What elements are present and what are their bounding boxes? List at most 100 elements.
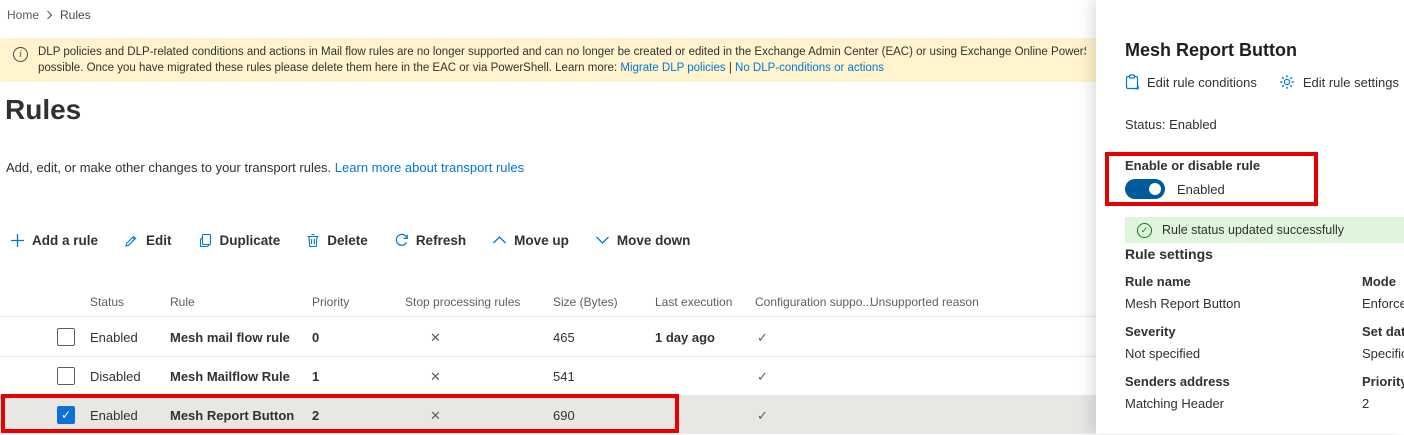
header-priority: Priority: [312, 288, 349, 317]
field-set-date: Set date Specific: [1362, 324, 1404, 361]
gear-icon: [1279, 74, 1295, 90]
rules-table-header: Status Rule Priority Stop processing rul…: [0, 288, 1096, 317]
panel-actions: Edit rule conditions Edit rule settings: [1125, 74, 1399, 90]
breadcrumb-home[interactable]: Home: [7, 8, 39, 22]
page-description-text: Add, edit, or make other changes to your…: [6, 160, 335, 175]
cell-last-execution: 1 day ago: [655, 318, 715, 357]
edit-label: Edit: [146, 233, 172, 248]
plus-icon: [10, 233, 25, 248]
edit-rule-settings-button[interactable]: Edit rule settings: [1279, 74, 1399, 90]
move-down-button[interactable]: Move down: [595, 233, 691, 248]
breadcrumb-current: Rules: [60, 8, 91, 22]
migrate-dlp-policies-link[interactable]: Migrate DLP policies: [620, 62, 725, 74]
dlp-warning-banner: i DLP policies and DLP-related condition…: [0, 38, 1096, 82]
field-priority: Priority 2: [1362, 374, 1404, 411]
cell-rule-name[interactable]: Mesh Mailflow Rule: [170, 357, 290, 396]
no-dlp-conditions-link[interactable]: No DLP-conditions or actions: [735, 62, 884, 74]
cell-size: 541: [553, 357, 575, 396]
panel-status-line: Status: Enabled: [1125, 117, 1217, 132]
delete-button[interactable]: Delete: [306, 233, 368, 248]
duplicate-button[interactable]: Duplicate: [198, 233, 281, 248]
field-mode: Mode Enforce: [1362, 274, 1404, 311]
trash-icon: [306, 233, 320, 248]
cell-status: Enabled: [90, 318, 138, 357]
edit-rule-settings-label: Edit rule settings: [1303, 75, 1399, 90]
toggle-row: Enabled: [1125, 179, 1225, 199]
check-icon: ✓: [757, 396, 768, 435]
x-icon: ✕: [430, 396, 441, 435]
delete-label: Delete: [327, 233, 368, 248]
duplicate-label: Duplicate: [220, 233, 281, 248]
success-check-icon: ✓: [1137, 223, 1152, 238]
info-icon: i: [13, 47, 28, 62]
cell-priority: 1: [312, 357, 319, 396]
x-icon: ✕: [430, 357, 441, 396]
chevron-down-icon: [595, 235, 610, 245]
link-separator: |: [729, 62, 732, 74]
row-checkbox[interactable]: [57, 328, 75, 346]
move-up-button[interactable]: Move up: [492, 233, 569, 248]
field-senders-address: Senders address Matching Header: [1125, 374, 1362, 411]
add-rule-label: Add a rule: [32, 233, 98, 248]
cell-size: 690: [553, 396, 575, 435]
row-checkbox-checked[interactable]: ✓: [57, 406, 75, 424]
row-checkbox[interactable]: [57, 367, 75, 385]
toggle-state-label: Enabled: [1177, 182, 1225, 197]
field-value: Specific: [1362, 346, 1404, 361]
field-severity: Severity Not specified: [1125, 324, 1362, 361]
panel-title: Mesh Report Button: [1125, 40, 1297, 61]
breadcrumb-chevron-icon: [46, 10, 53, 20]
cell-status: Disabled: [90, 357, 141, 396]
copy-icon: [198, 233, 213, 248]
header-unsupported-reason: Unsupported reason: [870, 288, 979, 317]
success-banner: ✓ Rule status updated successfully: [1125, 217, 1404, 243]
enable-rule-toggle[interactable]: [1125, 179, 1165, 199]
field-rule-name: Rule name Mesh Report Button: [1125, 274, 1362, 311]
x-icon: ✕: [430, 318, 441, 357]
move-down-label: Move down: [617, 233, 691, 248]
edit-rule-conditions-button[interactable]: Edit rule conditions: [1125, 74, 1257, 90]
field-label: Set date: [1362, 324, 1404, 339]
cell-rule-name[interactable]: Mesh mail flow rule: [170, 318, 290, 357]
header-rule: Rule: [170, 288, 195, 317]
page-title: Rules: [5, 94, 81, 126]
edit-button[interactable]: Edit: [124, 233, 172, 248]
toggle-label: Enable or disable rule: [1125, 158, 1260, 173]
cell-status: Enabled: [90, 396, 138, 435]
clipboard-edit-icon: [1125, 74, 1139, 90]
table-row-mesh-mail-flow-rule[interactable]: Enabled Mesh mail flow rule 0 ✕ 465 1 da…: [0, 318, 1096, 357]
edit-rule-conditions-label: Edit rule conditions: [1147, 75, 1257, 90]
header-status: Status: [90, 288, 124, 317]
cell-priority: 2: [312, 396, 319, 435]
field-value: Enforce: [1362, 296, 1404, 311]
cell-rule-name[interactable]: Mesh Report Button: [170, 396, 294, 435]
warning-line2-text: possible. Once you have migrated these r…: [38, 62, 620, 74]
table-row-mesh-mailflow-rule[interactable]: Disabled Mesh Mailflow Rule 1 ✕ 541 ✓: [0, 357, 1096, 396]
check-icon: ✓: [757, 318, 768, 357]
field-label: Rule name: [1125, 274, 1362, 289]
move-up-label: Move up: [514, 233, 569, 248]
rules-toolbar: Add a rule Edit Duplicate Delete Refresh…: [10, 227, 690, 253]
add-rule-button[interactable]: Add a rule: [10, 233, 98, 248]
refresh-icon: [394, 233, 409, 248]
header-stop-processing: Stop processing rules: [405, 288, 520, 317]
toggle-knob: [1149, 183, 1161, 195]
breadcrumb: Home Rules: [7, 8, 91, 22]
table-row-mesh-report-button-selected[interactable]: ✓ Enabled Mesh Report Button 2 ✕ 690 ✓: [0, 396, 1096, 434]
cell-size: 465: [553, 318, 575, 357]
header-configuration-supported: Configuration suppo...: [755, 288, 872, 317]
rule-settings-grid: Rule name Mesh Report Button Mode Enforc…: [1125, 274, 1404, 411]
field-value: Matching Header: [1125, 396, 1362, 411]
refresh-label: Refresh: [416, 233, 466, 248]
cell-priority: 0: [312, 318, 319, 357]
learn-more-transport-rules-link[interactable]: Learn more about transport rules: [335, 160, 524, 175]
page-description: Add, edit, or make other changes to your…: [6, 160, 524, 175]
check-icon: ✓: [757, 357, 768, 396]
field-value: Not specified: [1125, 346, 1362, 361]
warning-text-line2: possible. Once you have migrated these r…: [38, 60, 1086, 76]
field-label: Mode: [1362, 274, 1404, 289]
refresh-button[interactable]: Refresh: [394, 233, 466, 248]
success-message: Rule status updated successfully: [1162, 223, 1344, 237]
field-label: Senders address: [1125, 374, 1362, 389]
rule-settings-heading: Rule settings: [1125, 246, 1213, 262]
